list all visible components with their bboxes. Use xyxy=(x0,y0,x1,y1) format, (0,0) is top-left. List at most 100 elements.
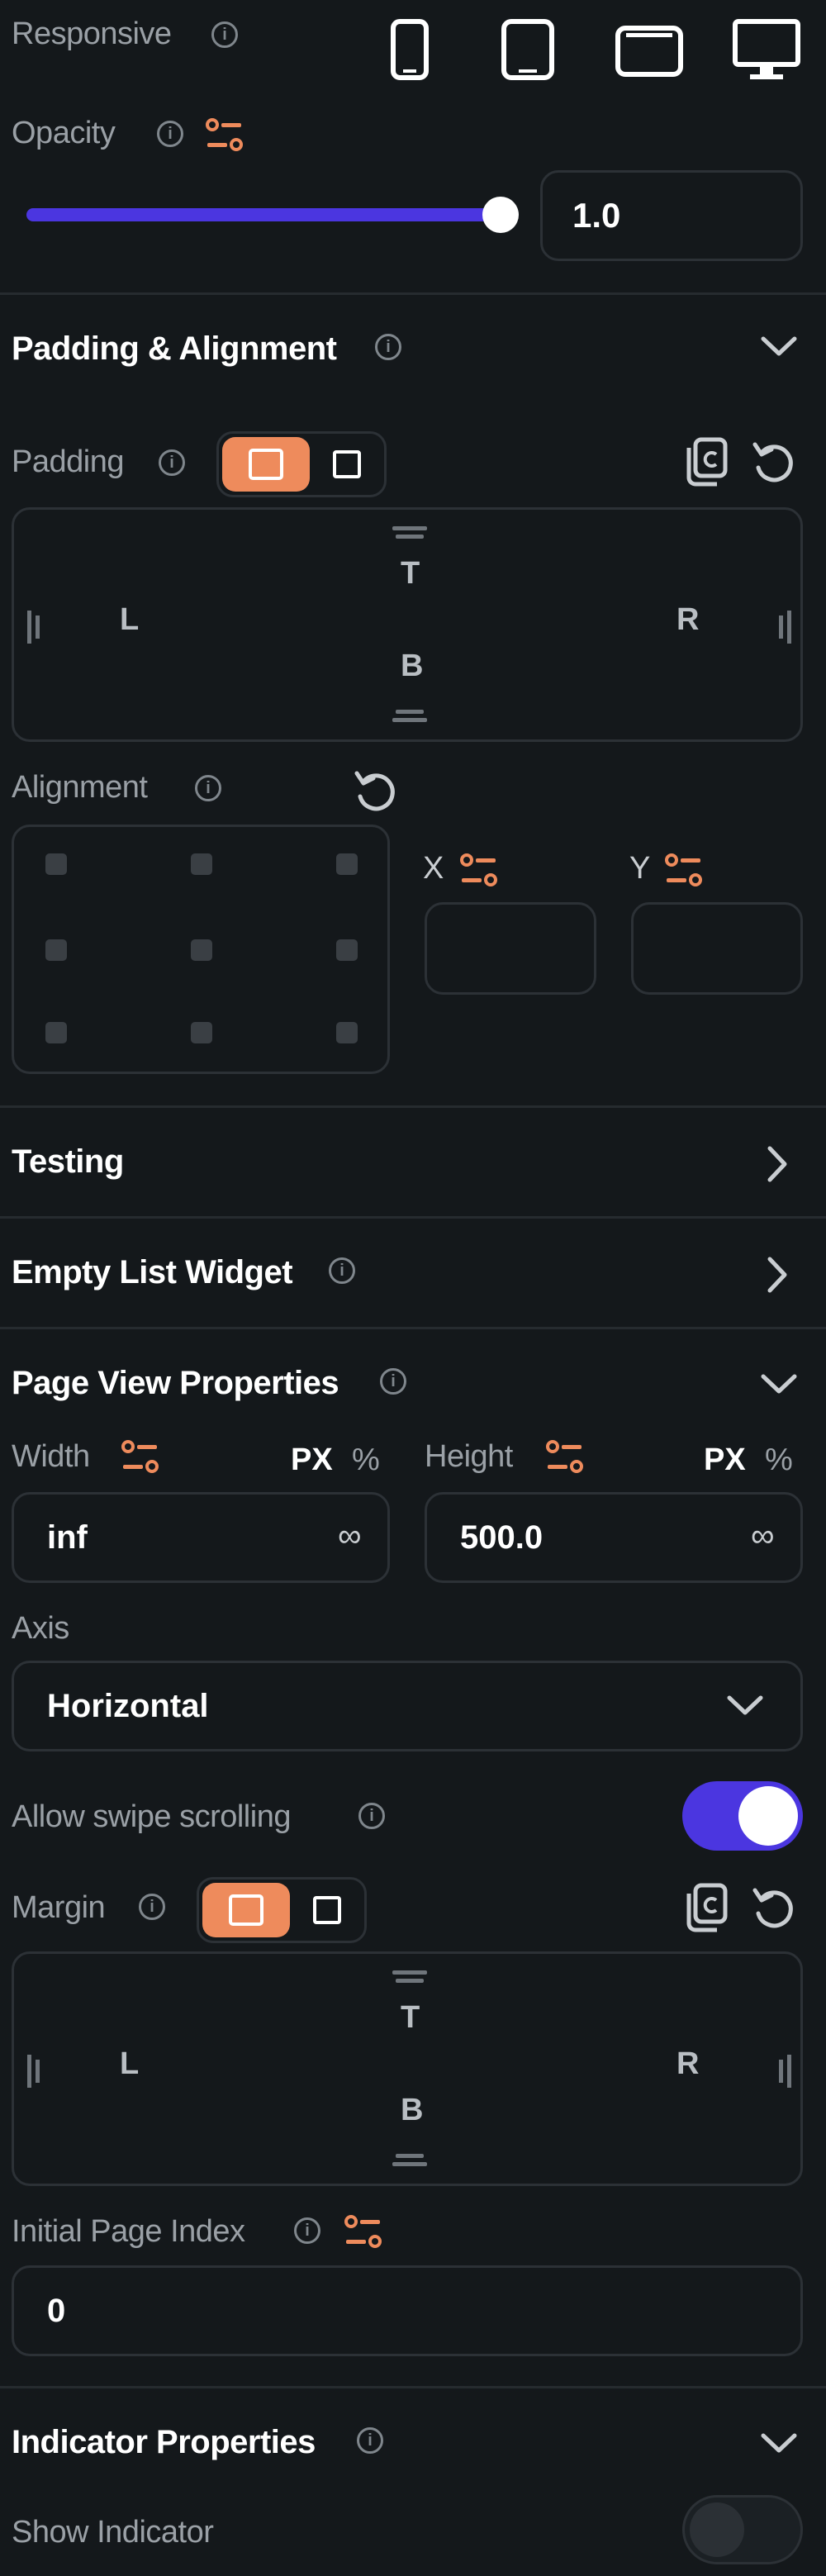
height-unit-percent[interactable]: % xyxy=(765,1442,793,1478)
axis-value: Horizontal xyxy=(47,1688,209,1724)
align-bottom-right[interactable] xyxy=(336,1022,358,1043)
chevron-down-icon xyxy=(724,1690,766,1723)
show-indicator-toggle[interactable] xyxy=(682,2495,803,2564)
chevron-down-icon[interactable] xyxy=(758,330,800,364)
infinity-icon[interactable]: ∞ xyxy=(751,1518,775,1555)
copy-icon[interactable] xyxy=(684,1882,730,1933)
height-input[interactable]: 500.0 ∞ xyxy=(425,1492,803,1583)
opacity-label: Opacity xyxy=(12,116,116,150)
width-input[interactable]: inf ∞ xyxy=(12,1492,390,1583)
info-icon[interactable]: i xyxy=(358,1803,385,1829)
align-center-right[interactable] xyxy=(336,939,358,961)
section-divider xyxy=(0,292,826,295)
align-top-right[interactable] xyxy=(336,853,358,875)
padding-right[interactable]: R xyxy=(676,602,699,638)
align-bottom-left[interactable] xyxy=(45,1022,67,1043)
variable-icon[interactable] xyxy=(545,1439,585,1477)
chevron-right-icon[interactable] xyxy=(763,1254,793,1295)
padding-uniform-option[interactable] xyxy=(222,437,310,492)
margin-top-handle[interactable] xyxy=(392,1970,427,1975)
info-icon[interactable]: i xyxy=(380,1368,406,1395)
width-unit-percent[interactable]: % xyxy=(352,1442,380,1478)
align-center-left[interactable] xyxy=(45,939,67,961)
margin-right-handle[interactable] xyxy=(787,2055,791,2088)
tablet-icon[interactable] xyxy=(501,18,557,84)
width-unit-px[interactable]: PX xyxy=(291,1442,333,1478)
initial-page-index-label: Initial Page Index xyxy=(12,2214,245,2249)
align-top-left[interactable] xyxy=(45,853,67,875)
variable-icon[interactable] xyxy=(459,853,499,891)
info-icon[interactable]: i xyxy=(294,2217,320,2244)
empty-list-widget-title: Empty List Widget xyxy=(12,1254,293,1290)
padding-right-handle[interactable] xyxy=(787,611,791,644)
margin-bottom-handle[interactable] xyxy=(392,2162,427,2166)
opacity-slider-track[interactable] xyxy=(26,208,502,221)
margin-left-handle[interactable] xyxy=(27,2055,31,2088)
initial-page-index-input[interactable]: 0 xyxy=(12,2265,803,2356)
alignment-label: Alignment xyxy=(12,770,148,805)
info-icon[interactable]: i xyxy=(375,334,401,360)
alignment-x-input[interactable] xyxy=(425,902,596,995)
desktop-icon[interactable] xyxy=(732,18,801,84)
margin-uniform-icon xyxy=(229,1894,263,1926)
chevron-down-icon[interactable] xyxy=(758,2427,800,2460)
copy-icon[interactable] xyxy=(684,436,730,487)
info-icon[interactable]: i xyxy=(139,1894,165,1920)
variable-icon[interactable] xyxy=(344,2214,383,2252)
margin-individual-icon[interactable] xyxy=(313,1896,341,1924)
variable-icon[interactable] xyxy=(205,117,244,155)
swipe-scrolling-label: Allow swipe scrolling xyxy=(12,1799,291,1834)
responsive-label: Responsive xyxy=(12,17,172,51)
variable-icon[interactable] xyxy=(664,853,704,891)
padding-mode-toggle[interactable] xyxy=(216,431,387,497)
align-bottom-center[interactable] xyxy=(191,1022,212,1043)
margin-top[interactable]: T xyxy=(401,2000,420,2036)
padding-left-handle[interactable] xyxy=(27,611,31,644)
reset-icon[interactable] xyxy=(750,438,796,486)
swipe-scrolling-toggle[interactable] xyxy=(682,1781,803,1851)
padding-top-handle[interactable] xyxy=(392,526,427,530)
axis-select[interactable]: Horizontal xyxy=(12,1661,803,1751)
variable-icon[interactable] xyxy=(121,1439,160,1477)
page-view-properties-title: Page View Properties xyxy=(12,1365,339,1401)
alignment-grid[interactable] xyxy=(12,825,390,1074)
info-icon[interactable]: i xyxy=(211,21,238,48)
padding-individual-icon[interactable] xyxy=(333,450,361,478)
margin-right[interactable]: R xyxy=(676,2046,699,2082)
alignment-y-input[interactable] xyxy=(631,902,803,995)
section-divider xyxy=(0,1327,826,1329)
padding-top[interactable]: T xyxy=(401,556,420,592)
align-top-center[interactable] xyxy=(191,853,212,875)
margin-box[interactable]: T L R B xyxy=(12,1951,803,2186)
show-indicator-label: Show Indicator xyxy=(12,2515,214,2550)
padding-label: Padding xyxy=(12,444,124,479)
padding-bottom-handle[interactable] xyxy=(392,718,427,722)
info-icon[interactable]: i xyxy=(195,775,221,801)
align-center[interactable] xyxy=(191,939,212,961)
margin-bottom[interactable]: B xyxy=(401,2093,423,2128)
padding-left[interactable]: L xyxy=(120,602,139,638)
chevron-down-icon[interactable] xyxy=(758,1368,800,1401)
padding-box[interactable]: T L R B xyxy=(12,507,803,742)
margin-mode-toggle[interactable] xyxy=(197,1877,367,1943)
height-unit-px[interactable]: PX xyxy=(704,1442,746,1478)
margin-uniform-option[interactable] xyxy=(202,1883,290,1937)
margin-left[interactable]: L xyxy=(120,2046,139,2082)
info-icon[interactable]: i xyxy=(329,1257,355,1284)
phone-icon[interactable] xyxy=(390,18,434,84)
info-icon[interactable]: i xyxy=(357,2427,383,2454)
info-icon[interactable]: i xyxy=(157,121,183,147)
testing-title: Testing xyxy=(12,1143,124,1180)
info-icon[interactable]: i xyxy=(159,449,185,476)
infinity-icon[interactable]: ∞ xyxy=(338,1518,362,1555)
padding-bottom[interactable]: B xyxy=(401,649,423,684)
reset-icon[interactable] xyxy=(352,767,398,815)
opacity-slider-thumb[interactable] xyxy=(482,197,519,233)
height-label: Height xyxy=(425,1439,513,1474)
reset-icon[interactable] xyxy=(750,1884,796,1932)
opacity-input[interactable]: 1.0 xyxy=(540,170,803,261)
tablet-landscape-icon[interactable] xyxy=(615,25,684,79)
padding-uniform-icon xyxy=(249,449,283,480)
toggle-knob xyxy=(738,1786,798,1846)
chevron-right-icon[interactable] xyxy=(763,1143,793,1185)
